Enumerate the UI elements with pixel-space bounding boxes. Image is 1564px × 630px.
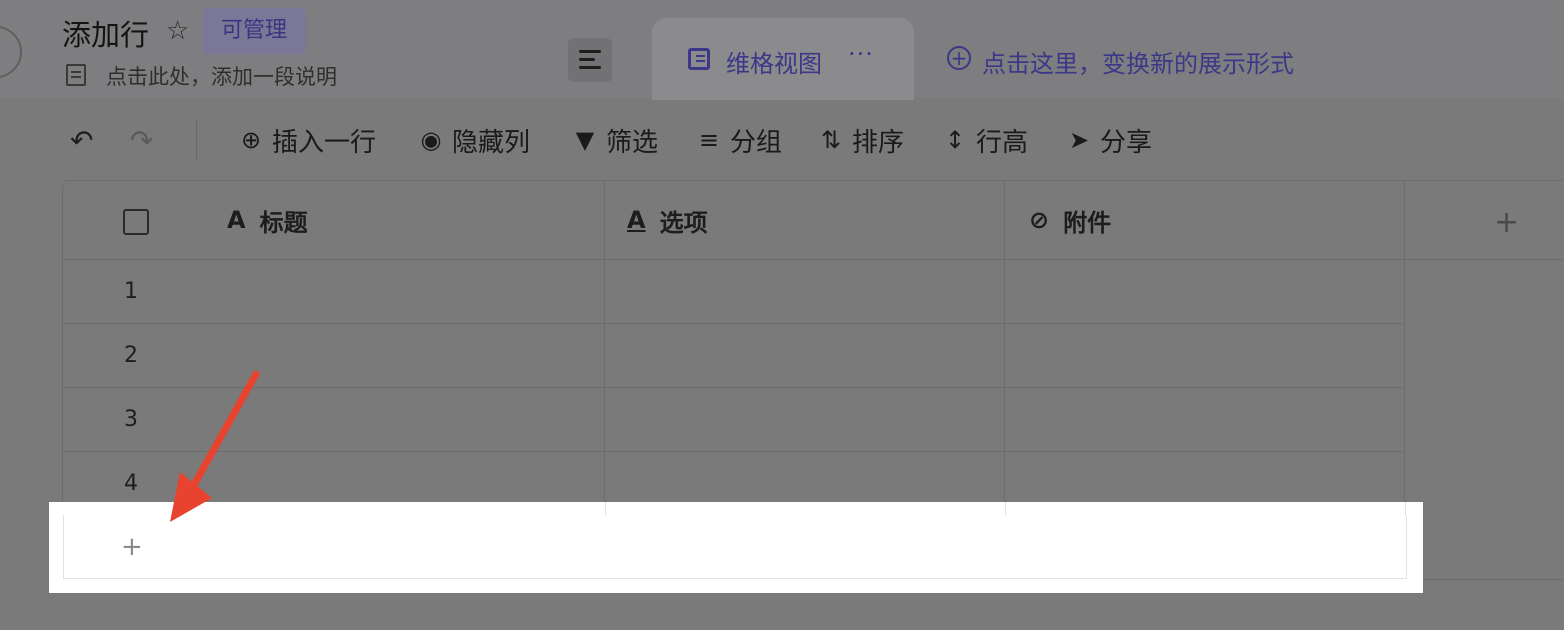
row-number: 3 — [124, 407, 138, 432]
description-icon — [66, 64, 86, 86]
hide-columns-label: 隐藏列 — [452, 127, 531, 158]
row-height-button[interactable]: ↕ 行高 — [942, 122, 1028, 158]
eye-icon: ◉ — [420, 126, 442, 154]
column-header-option[interactable]: A 选项 — [627, 181, 708, 259]
row-number: 1 — [124, 279, 138, 304]
tab-grid-view[interactable]: 维格视图 ··· — [652, 18, 914, 100]
menu-toggle-button[interactable] — [568, 38, 612, 82]
column-divider — [1004, 181, 1005, 516]
toolbar: ↶ ↷ ⊕ 插入一行 ◉ 隐藏列 ▼ 筛选 ≡ 分组 ⇅ 排序 ↕ 行高 ➤ 分… — [0, 98, 1564, 182]
plus-circle-icon: ⊕ — [240, 126, 262, 154]
column-divider — [605, 502, 606, 515]
text-icon: A — [227, 206, 246, 234]
sort-icon: ⇅ — [820, 126, 842, 154]
share-label: 分享 — [1100, 127, 1153, 158]
column-divider — [1405, 502, 1406, 515]
column-label: 标题 — [259, 208, 308, 237]
column-label: 附件 — [1063, 208, 1112, 237]
group-button[interactable]: ≡ 分组 — [696, 122, 782, 158]
back-circle-icon[interactable] — [0, 26, 22, 78]
description-text[interactable]: 点击此处，添加一段说明 — [106, 61, 337, 91]
pointer-arrow-icon — [170, 370, 260, 522]
new-view-link[interactable]: 点击这里，变换新的展示形式 — [982, 44, 1294, 79]
undo-icon[interactable]: ↶ — [70, 124, 93, 157]
send-icon: ➤ — [1068, 126, 1090, 154]
column-divider — [1005, 502, 1006, 515]
row-divider — [62, 323, 1404, 324]
select-all-checkbox[interactable] — [123, 209, 149, 235]
option-icon: A — [627, 206, 646, 234]
more-icon[interactable]: ··· — [848, 40, 874, 68]
column-label: 选项 — [659, 208, 708, 237]
tab-label: 维格视图 — [726, 50, 822, 78]
row-number: 4 — [124, 471, 138, 496]
attachment-icon: ⊘ — [1029, 206, 1050, 234]
row-height-icon: ↕ — [944, 126, 966, 154]
column-divider — [1404, 181, 1405, 516]
group-label: 分组 — [730, 127, 783, 158]
insert-row-label: 插入一行 — [272, 127, 377, 158]
header-bar: 添加行 ☆ 可管理 点击此处，添加一段说明 维格视图 ··· + 点击这里，变换… — [0, 0, 1564, 100]
star-icon[interactable]: ☆ — [166, 16, 189, 46]
filter-icon: ▼ — [575, 126, 595, 154]
add-row-icon[interactable]: + — [121, 532, 143, 562]
sort-button[interactable]: ⇅ 排序 — [818, 122, 904, 158]
column-header-attachment[interactable]: ⊘ 附件 — [1029, 181, 1111, 259]
toolbar-divider — [196, 120, 197, 160]
filter-label: 筛选 — [606, 127, 659, 158]
page-title: 添加行 — [62, 18, 150, 52]
permission-badge[interactable]: 可管理 — [202, 8, 306, 54]
column-divider — [604, 181, 605, 516]
grid-view-icon — [688, 48, 710, 70]
sort-label: 排序 — [852, 127, 905, 158]
hide-columns-button[interactable]: ◉ 隐藏列 — [418, 122, 531, 158]
redo-icon[interactable]: ↷ — [130, 124, 153, 157]
add-circle-icon[interactable]: + — [947, 46, 971, 70]
row-height-label: 行高 — [976, 127, 1029, 158]
group-icon: ≡ — [698, 126, 720, 154]
filter-button[interactable]: ▼ 筛选 — [572, 122, 658, 158]
insert-row-button[interactable]: ⊕ 插入一行 — [238, 122, 376, 158]
share-button[interactable]: ➤ 分享 — [1066, 122, 1152, 158]
table-header-row: A 标题 A 选项 ⊘ 附件 — [62, 181, 1564, 260]
add-column-icon[interactable]: + — [1494, 205, 1519, 240]
row-number: 2 — [124, 343, 138, 368]
column-header-title[interactable]: A 标题 — [227, 181, 308, 259]
